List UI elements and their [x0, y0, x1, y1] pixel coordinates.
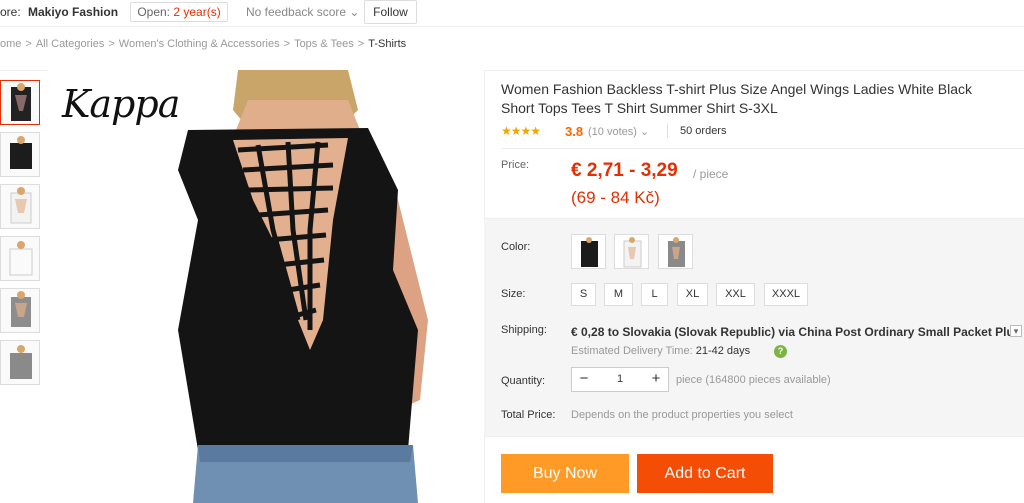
breadcrumb-all-categories[interactable]: All Categories	[36, 38, 104, 50]
shipping-info: € 0,28 to Slovakia (Slovak Republic) via…	[571, 325, 1021, 339]
thumbnail-6[interactable]	[0, 340, 40, 385]
store-bar: ore: Makiyo Fashion Open: 2 year(s) No f…	[0, 0, 1024, 26]
thumbnail-4[interactable]	[0, 236, 40, 281]
star-rating-icon: ★★★★	[501, 124, 541, 138]
size-s-button[interactable]: S	[571, 283, 596, 306]
price-unit: / piece	[693, 167, 729, 181]
size-l-button[interactable]: L	[641, 283, 668, 306]
kappa-logo: Kappa	[62, 82, 180, 126]
total-price-label: Total Price:	[501, 409, 556, 421]
est-delivery-days: 21-42 days	[695, 345, 751, 357]
open-prefix: Open:	[137, 5, 174, 19]
price-separator	[501, 148, 1024, 149]
color-swatch-black-image	[581, 237, 598, 267]
store-label: ore:	[0, 5, 21, 19]
color-swatch-black[interactable]	[571, 234, 606, 269]
thumbnail-1-image	[11, 83, 31, 121]
votes-dropdown[interactable]: (10 votes) ⌄	[588, 125, 649, 138]
size-xl-button[interactable]: XL	[677, 283, 708, 306]
size-m-button[interactable]: M	[604, 283, 633, 306]
size-xxl-button[interactable]: XXL	[716, 283, 755, 306]
color-swatch-gray[interactable]	[658, 234, 693, 269]
breadcrumb-sep: >	[283, 38, 291, 50]
follow-button[interactable]: Follow	[364, 0, 417, 24]
quantity-available: piece (164800 pieces available)	[676, 374, 831, 386]
thumbnail-6-image	[10, 345, 32, 379]
add-to-cart-button[interactable]: Add to Cart	[637, 454, 773, 493]
quantity-stepper: − 1 +	[571, 367, 669, 392]
feedback-score-dropdown[interactable]: No feedback score ⌄	[246, 5, 359, 19]
est-delivery-prefix: Estimated Delivery Time:	[571, 345, 693, 357]
color-label: Color:	[501, 241, 531, 253]
breadcrumb-tops-tees[interactable]: Tops & Tees	[294, 38, 354, 50]
thumbnail-4-image	[9, 241, 33, 276]
thumbnail-1[interactable]	[0, 80, 40, 125]
price-czk: (69 - 84 Kč)	[571, 188, 660, 207]
size-label: Size:	[501, 288, 526, 300]
product-title: Women Fashion Backless T-shirt Plus Size…	[501, 81, 973, 116]
breadcrumb-t-shirts[interactable]: T-Shirts	[368, 38, 406, 50]
shipping-label: Shipping:	[501, 324, 547, 336]
open-years: 2 year(s)	[173, 5, 221, 19]
quantity-increase-button[interactable]: +	[644, 368, 668, 391]
color-swatch-gray-image	[668, 237, 685, 267]
main-product-image[interactable]: Kappa	[48, 70, 484, 503]
thumbnail-5-image	[11, 291, 31, 327]
buy-now-button[interactable]: Buy Now	[501, 454, 629, 493]
color-swatch-white-image	[623, 237, 642, 268]
thumbnail-2-image	[10, 136, 32, 169]
help-icon[interactable]: ?	[774, 345, 787, 358]
rating-separator	[667, 124, 668, 138]
estimated-delivery: Estimated Delivery Time: 21-42 days	[571, 345, 750, 357]
breadcrumb-sep: >	[357, 38, 365, 50]
breadcrumb-sep: >	[108, 38, 115, 50]
shipping-dropdown-icon[interactable]: ▾	[1010, 325, 1022, 337]
quantity-decrease-button[interactable]: −	[572, 368, 596, 391]
rating-value: 3.8	[565, 124, 584, 139]
thumbnail-5[interactable]	[0, 288, 40, 333]
total-price-value: Depends on the product properties you se…	[571, 409, 793, 421]
size-xxxl-button[interactable]: XXXL	[764, 283, 808, 306]
breadcrumb-womens-clothing[interactable]: Women's Clothing & Accessories	[119, 38, 280, 50]
breadcrumb-home[interactable]: ome	[0, 38, 21, 50]
thumbnail-3-image	[10, 187, 32, 224]
breadcrumb-sep: >	[25, 38, 32, 50]
price-value: € 2,71 - 3,29	[571, 160, 678, 181]
thumbnail-2[interactable]	[0, 132, 40, 177]
color-swatch-white[interactable]	[614, 234, 649, 269]
breadcrumb: ome > All Categories > Women's Clothing & Ac…	[0, 26, 1024, 62]
quantity-label: Quantity:	[501, 375, 546, 387]
orders-count: 50 orders	[680, 125, 727, 137]
store-open-badge: Open: 2 year(s)	[130, 2, 228, 22]
thumbnail-3[interactable]	[0, 184, 40, 229]
store-name-link[interactable]: Makiyo Fashion	[28, 5, 118, 19]
product-photo	[178, 70, 428, 503]
price-label: Price:	[501, 159, 530, 171]
quantity-input[interactable]: 1	[596, 368, 644, 391]
